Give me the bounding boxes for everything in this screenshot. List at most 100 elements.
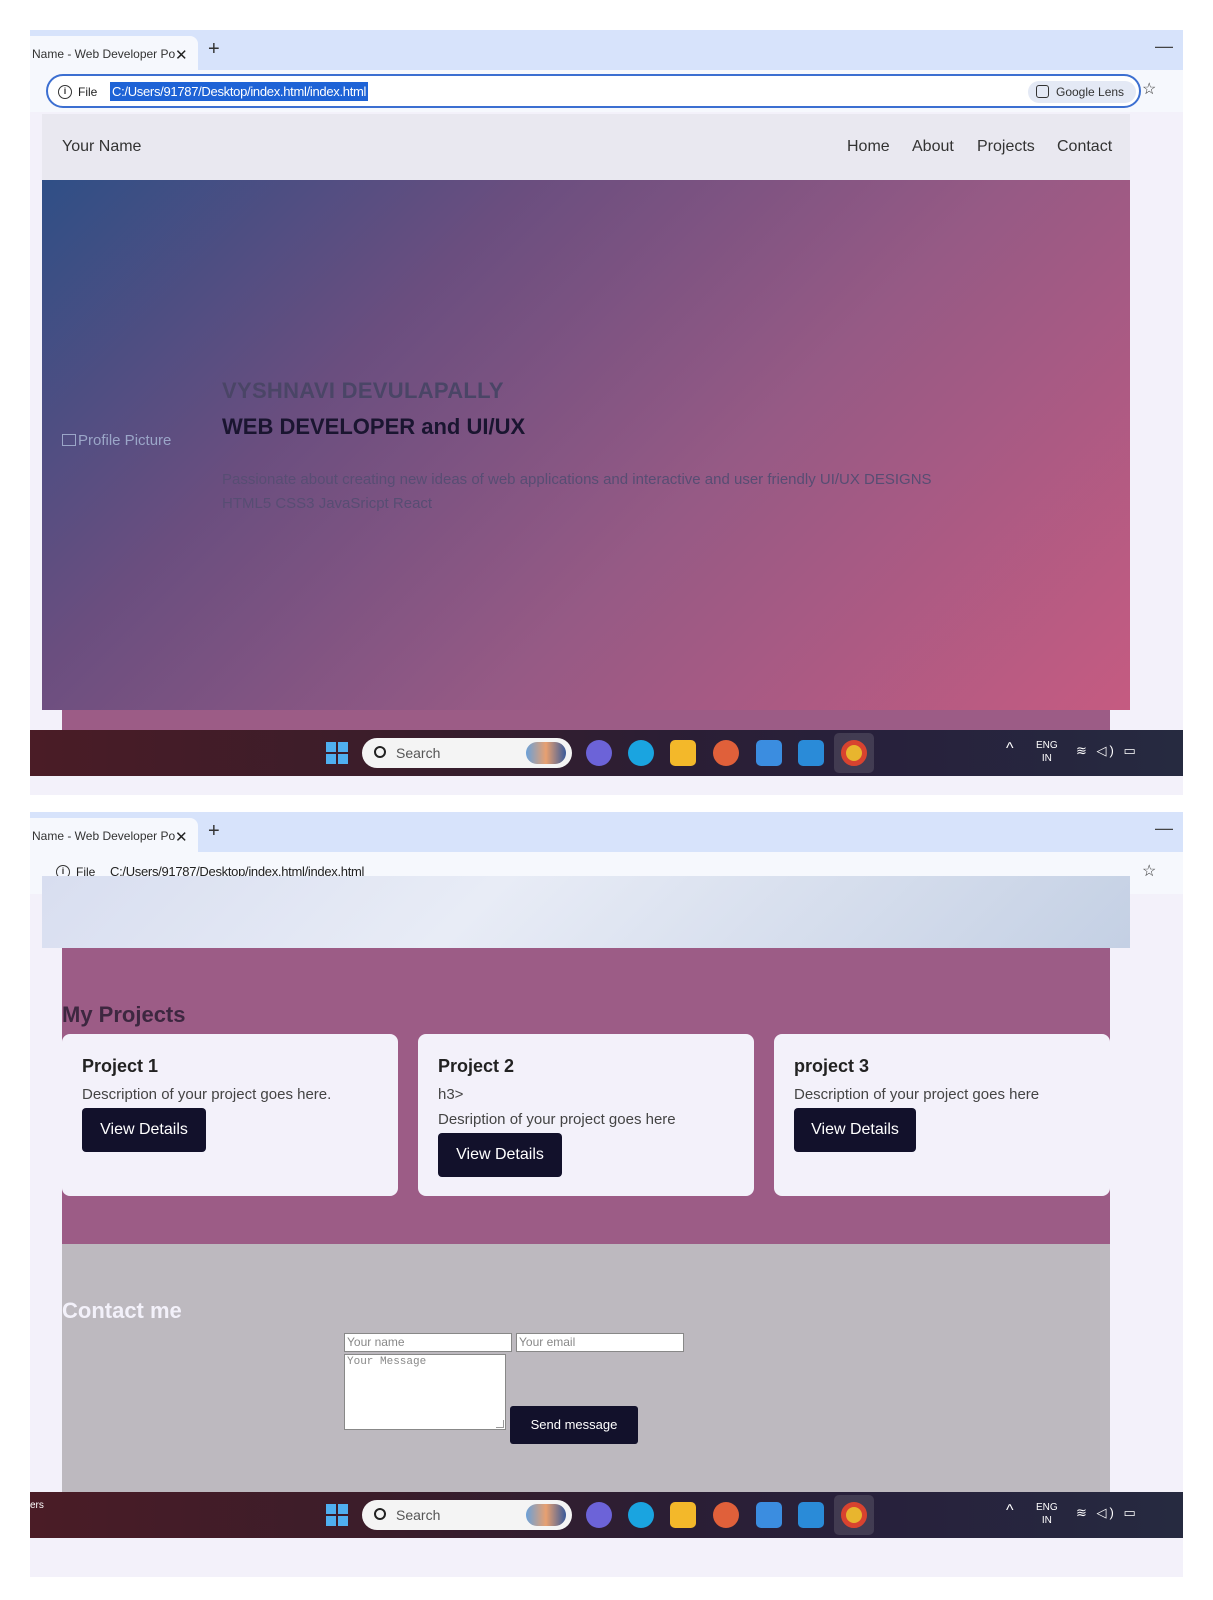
google-lens-button[interactable]: Google Lens (1028, 81, 1136, 103)
url-text[interactable]: C:/Users/91787/Desktop/index.html/index.… (110, 82, 369, 101)
project-card: project 3 Description of your project go… (774, 1034, 1110, 1196)
omnibox[interactable]: i File C:/Users/91787/Desktop/index.html… (46, 74, 1141, 108)
tab-strip: Name - Web Developer Po ✕ + — (30, 30, 1183, 70)
browser-tab[interactable]: Name - Web Developer Po ✕ (30, 818, 198, 852)
nav-link-projects[interactable]: Projects (977, 138, 1035, 156)
game-app-icon[interactable] (713, 1502, 739, 1528)
hero-section: Profile Picture VYSHNAVI DEVULAPALLY WEB… (42, 180, 1130, 710)
close-tab-icon[interactable]: ✕ (175, 46, 188, 64)
view-details-button[interactable]: View Details (438, 1133, 562, 1177)
file-explorer-icon[interactable] (670, 1502, 696, 1528)
resize-grip-icon[interactable] (496, 1420, 504, 1428)
notepad-icon[interactable] (756, 1502, 782, 1528)
meet-icon[interactable] (586, 740, 612, 766)
windows-start-icon[interactable] (326, 742, 348, 764)
contact-section: Contact me Your name Your email Your Mes… (62, 1244, 1110, 1504)
file-explorer-icon[interactable] (670, 740, 696, 766)
new-tab-icon[interactable]: + (208, 820, 220, 843)
vscode-icon[interactable] (798, 1502, 824, 1528)
windows-taskbar: Search ^ ENG IN ≋ ◁) ▭ (30, 730, 1183, 776)
view-details-button[interactable]: View Details (82, 1108, 206, 1152)
project-description: Description of your project goes here (794, 1086, 1040, 1103)
taskbar-search-label: Search (396, 745, 441, 761)
meet-icon[interactable] (586, 1502, 612, 1528)
search-icon (374, 1508, 386, 1520)
site-info-icon[interactable]: i (58, 85, 72, 99)
profile-alt-text: Profile Picture (78, 432, 172, 449)
broken-image-icon (62, 434, 76, 446)
project-title: project 3 (794, 1056, 870, 1076)
email-input[interactable]: Your email (516, 1333, 684, 1352)
hero-description: Passionate about creating new ideas of w… (222, 468, 1002, 516)
lang-bottom: IN (1041, 753, 1052, 764)
chrome-icon[interactable] (841, 740, 867, 766)
message-placeholder: Your Message (347, 1356, 427, 1368)
project-description: Description of your project goes here. (82, 1086, 332, 1103)
lang-top: ENG (1036, 740, 1058, 751)
project-stray-text: h3> (438, 1086, 464, 1103)
tray-chevron-icon[interactable]: ^ (1006, 740, 1014, 758)
project-title: Project 2 (438, 1056, 515, 1076)
name-input[interactable]: Your name (344, 1333, 512, 1352)
wifi-volume-battery-icons[interactable]: ≋ ◁) ▭ (1076, 743, 1139, 759)
notepad-icon[interactable] (756, 740, 782, 766)
project-card: Project 2 h3> Desription of your project… (418, 1034, 754, 1196)
project-title: Project 1 (82, 1056, 159, 1076)
tab-title: Name - Web Developer Po (32, 829, 176, 843)
chrome-icon[interactable] (841, 1502, 867, 1528)
send-message-button[interactable]: Send message (510, 1406, 638, 1444)
hero-description-text: Passionate about creating new ideas of w… (222, 471, 932, 488)
screenshot-top: Name - Web Developer Po ✕ + — i File C:/… (30, 30, 1183, 795)
bookmark-star-icon[interactable]: ☆ (1142, 79, 1156, 99)
nav-link-contact[interactable]: Contact (1057, 138, 1112, 156)
screenshot-bottom: Name - Web Developer Po ✕ + — i File C:/… (30, 812, 1183, 1577)
tray-chevron-icon[interactable]: ^ (1006, 1502, 1014, 1520)
taskbar-search[interactable]: Search (362, 738, 572, 768)
projects-title: My Projects (62, 1002, 186, 1027)
message-textarea[interactable]: Your Message (344, 1354, 506, 1430)
search-highlight-icon (526, 1504, 566, 1526)
lens-icon (1036, 85, 1049, 98)
hero-name: VYSHNAVI DEVULAPALLY (222, 378, 504, 403)
view-details-button[interactable]: View Details (794, 1108, 916, 1152)
file-label: File (78, 85, 98, 99)
search-highlight-icon (526, 742, 566, 764)
language-indicator[interactable]: ENG IN (1036, 1501, 1058, 1527)
bookmark-star-icon[interactable]: ☆ (1142, 861, 1156, 881)
hero-role: WEB DEVELOPER and UI/UX (222, 414, 526, 439)
tab-strip: Name - Web Developer Po ✕ + — (30, 812, 1183, 852)
lang-top: ENG (1036, 1502, 1058, 1513)
tab-title: Name - Web Developer Po (32, 47, 176, 61)
taskbar-search[interactable]: Search (362, 1500, 572, 1530)
nav-link-home[interactable]: Home (847, 138, 890, 156)
search-icon (374, 746, 386, 758)
edge-icon[interactable] (628, 740, 654, 766)
browser-tab[interactable]: Name - Web Developer Po ✕ (30, 36, 198, 70)
hero-skills-text: HTML5 CSS3 JavaSricpt React (222, 495, 433, 512)
new-tab-icon[interactable]: + (208, 38, 220, 61)
minimize-icon[interactable]: — (1155, 818, 1173, 839)
minimize-icon[interactable]: — (1155, 36, 1173, 57)
projects-section: My Projects Project 1 Description of you… (62, 948, 1110, 1244)
project-description: Desription of your project goes here (438, 1111, 676, 1128)
google-lens-label: Google Lens (1056, 85, 1125, 99)
taskbar-edge-text: ers (30, 1500, 44, 1511)
profile-picture: Profile Picture (62, 432, 171, 449)
lang-bottom: IN (1041, 1515, 1052, 1526)
windows-start-icon[interactable] (326, 1504, 348, 1526)
hero-section-edge (42, 876, 1130, 948)
address-bar: i File C:/Users/91787/Desktop/index.html… (30, 70, 1183, 112)
nav-link-about[interactable]: About (912, 138, 954, 156)
edge-icon[interactable] (628, 1502, 654, 1528)
vscode-icon[interactable] (798, 740, 824, 766)
site-brand[interactable]: Your Name (62, 138, 141, 156)
contact-title: Contact me (62, 1298, 182, 1323)
windows-taskbar: ers Search ^ ENG IN ≋ ◁) ▭ (30, 1492, 1183, 1538)
game-app-icon[interactable] (713, 740, 739, 766)
wifi-volume-battery-icons[interactable]: ≋ ◁) ▭ (1076, 1505, 1139, 1521)
language-indicator[interactable]: ENG IN (1036, 739, 1058, 765)
taskbar-search-label: Search (396, 1507, 441, 1523)
project-card: Project 1 Description of your project go… (62, 1034, 398, 1196)
close-tab-icon[interactable]: ✕ (175, 828, 188, 846)
site-navbar: Your Name Home About Projects Contact (42, 114, 1130, 180)
